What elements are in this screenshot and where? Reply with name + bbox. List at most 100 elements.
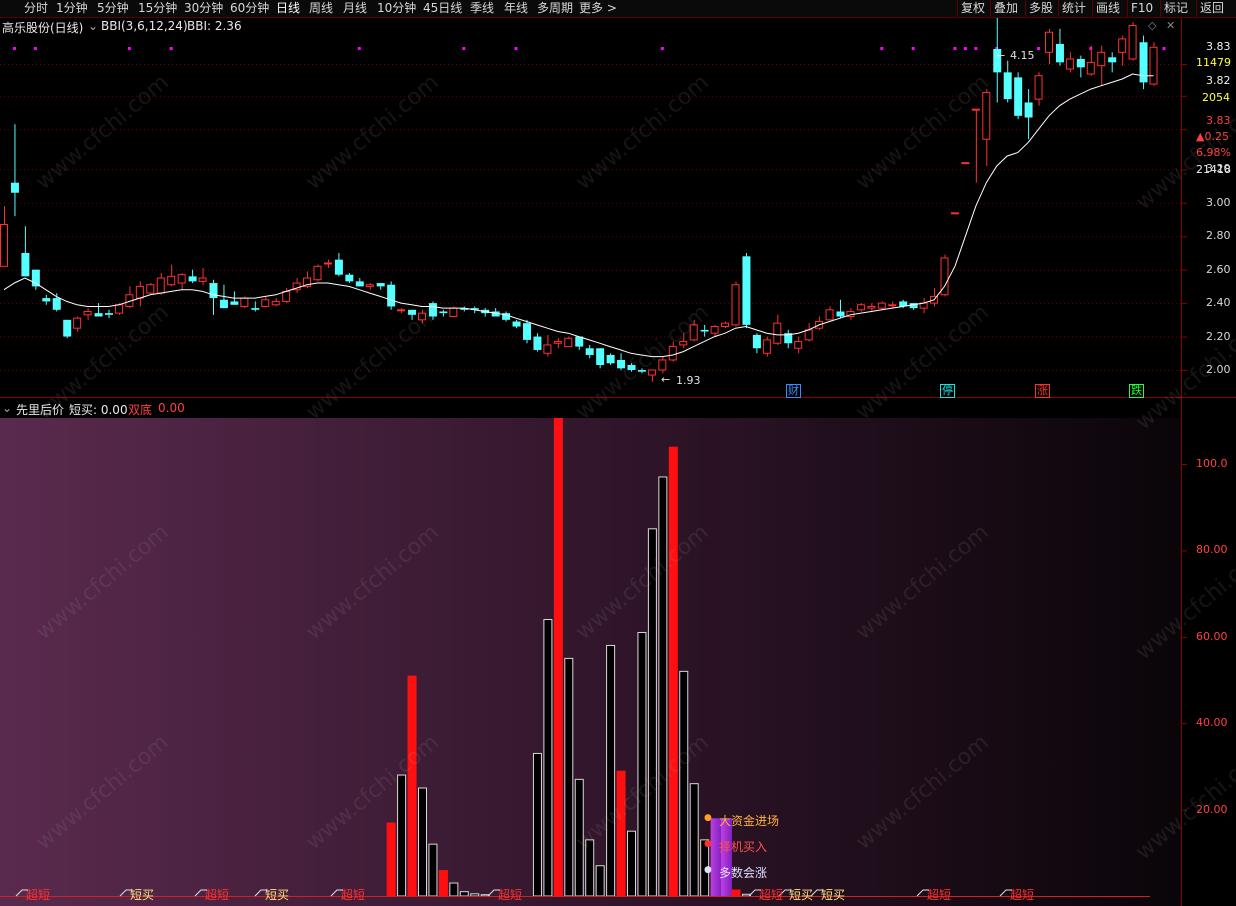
bullet-icon: ● (704, 865, 712, 875)
candle-body (804, 329, 813, 341)
candle-body (794, 341, 803, 349)
magenta-marker (12, 47, 16, 50)
candle-body (83, 310, 92, 316)
magenta-marker (514, 47, 518, 50)
candle-body (888, 304, 897, 307)
candle-body (1014, 77, 1023, 116)
toolbar-button[interactable]: 统计 (1058, 0, 1089, 17)
magenta-marker (1037, 47, 1041, 50)
candle-body (355, 281, 364, 287)
period-tab[interactable]: 10分钟 (377, 0, 416, 17)
signal-label: 超短 (927, 888, 952, 902)
candle-body (1076, 58, 1085, 68)
toolbar-button[interactable]: 标记 (1160, 0, 1191, 17)
magenta-marker (1162, 47, 1166, 50)
candle-body (1139, 42, 1148, 83)
signal-label: 超短 (26, 888, 51, 902)
change-pct: 6.98% (1196, 146, 1231, 159)
period-tab[interactable]: 15分钟 (138, 0, 177, 17)
candle-body (543, 344, 552, 354)
toolbar-button[interactable]: 画线 (1092, 0, 1123, 17)
period-tab[interactable]: 季线 (470, 0, 494, 17)
period-tab[interactable]: 30分钟 (184, 0, 223, 17)
event-marker[interactable]: 跌 (1129, 384, 1144, 398)
ind-bar (627, 830, 636, 897)
signal-label: 短买 (130, 888, 155, 902)
period-toolbar: 分时 1分钟 5分钟 15分钟 30分钟 60分钟 日线 周线 月线 10分钟 45日线 季线 年线 多周… (0, 0, 1236, 18)
price-axis-label: 2.40 (1206, 296, 1231, 310)
price-3: 3.83 (1206, 114, 1231, 127)
price-2: 3.82 (1206, 74, 1231, 87)
candle-body (627, 364, 636, 370)
toolbar-button[interactable]: 返回 (1196, 0, 1227, 17)
stock-title: 高乐股份(日线) (2, 21, 84, 35)
volume-top: 11479 (1196, 56, 1231, 69)
period-tab[interactable]: 周线 (309, 0, 333, 17)
signal-label: 超短 (1010, 888, 1035, 902)
ind-axis-label: 40.00 (1196, 716, 1228, 730)
bbi-value: BBI: 2.36 (187, 19, 242, 33)
magenta-marker (880, 47, 884, 50)
chevron-down-icon[interactable]: ⌄ (2, 401, 12, 415)
double-bottom-value: 0.00 (158, 401, 185, 415)
ind-bar (606, 644, 616, 897)
candle-body (679, 341, 688, 346)
event-marker[interactable]: 财 (786, 384, 801, 398)
candle-body (762, 339, 771, 354)
ind-bar (574, 778, 584, 897)
ind-axis-label: 20.00 (1196, 802, 1228, 816)
ind-bar (449, 882, 459, 897)
volume-2: 2054 (1202, 91, 1230, 104)
indicator-chart[interactable] (0, 398, 1236, 906)
diamond-icon[interactable]: ◇ (1148, 19, 1156, 32)
signal-label: 超短 (759, 888, 784, 902)
ind-bar (721, 818, 733, 896)
period-tab[interactable]: 多周期 (537, 0, 573, 17)
magenta-marker (462, 47, 466, 50)
ind-bar (543, 619, 553, 897)
period-tab[interactable]: 年线 (504, 0, 528, 17)
period-tab[interactable]: 更多 > (579, 0, 617, 17)
candle-body (731, 284, 740, 326)
chevron-down-icon[interactable]: ⌄ (88, 19, 98, 33)
event-marker[interactable]: 涨 (1035, 384, 1050, 398)
candle-body (1055, 43, 1064, 63)
ind-bar (397, 774, 407, 897)
candle-body (533, 336, 542, 350)
legend-majority-up: 多数会涨 (719, 866, 768, 880)
ind-bar (689, 783, 699, 897)
candle-body (167, 275, 176, 286)
magenta-marker (911, 47, 915, 50)
toolbar-button[interactable]: F10 (1127, 0, 1156, 17)
event-marker[interactable]: 停 (940, 384, 955, 398)
toolbar-button[interactable]: 叠加 (990, 0, 1021, 17)
candle-body (439, 311, 448, 314)
period-tab[interactable]: 月线 (343, 0, 367, 17)
candle-body (773, 322, 782, 344)
candle-body (752, 334, 761, 349)
candle-body (230, 301, 239, 305)
candle-body (73, 317, 82, 329)
candlestick-chart[interactable] (0, 18, 1236, 398)
candle-body (1118, 38, 1127, 53)
period-tab[interactable]: 60分钟 (230, 0, 269, 17)
high-arrow-icon: ← (996, 49, 1006, 62)
candle-body (376, 283, 385, 287)
candle-body (689, 324, 698, 341)
toolbar-button[interactable]: 多股 (1025, 0, 1056, 17)
ind-bar (595, 865, 605, 897)
candle-body (365, 284, 374, 287)
candle-body (63, 319, 72, 337)
magenta-marker (953, 47, 957, 50)
period-tab[interactable]: 1分钟 (56, 0, 88, 17)
toolbar-button[interactable]: 复权 (957, 0, 988, 17)
candle-body (606, 354, 615, 364)
period-tab[interactable]: 45日线 (423, 0, 462, 17)
ind-bar (647, 528, 657, 897)
period-tab[interactable]: 日线 (276, 0, 300, 17)
period-tab[interactable]: 分时 (24, 0, 48, 17)
candle-body (950, 212, 959, 215)
period-tab[interactable]: 5分钟 (97, 0, 129, 17)
close-icon[interactable]: ✕ (1166, 19, 1175, 32)
candle-body (323, 262, 332, 265)
